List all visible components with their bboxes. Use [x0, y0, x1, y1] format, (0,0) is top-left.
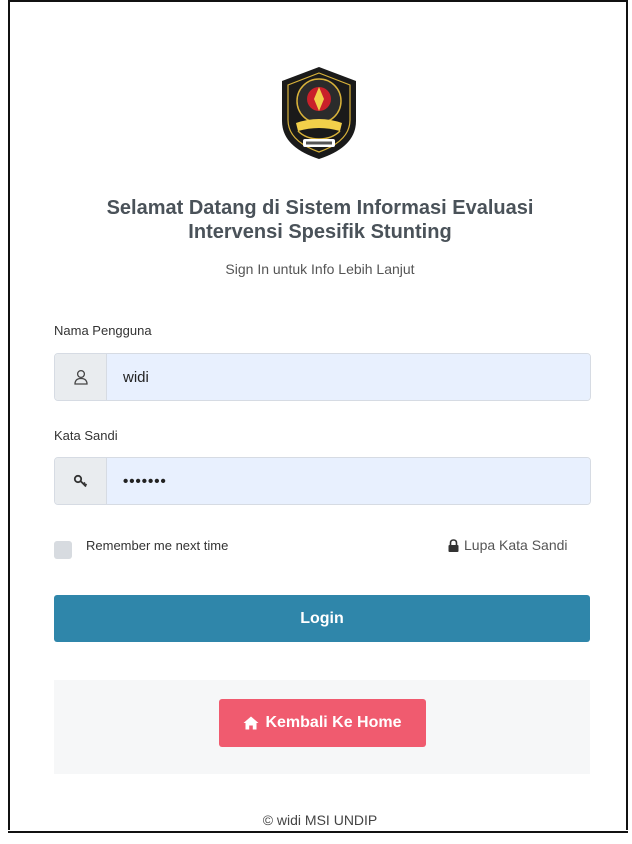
password-input[interactable]	[107, 458, 590, 504]
password-label: Kata Sandi	[54, 428, 118, 443]
password-input-group	[54, 457, 591, 505]
username-label: Nama Pengguna	[54, 323, 152, 338]
home-icon	[243, 716, 259, 730]
remember-checkbox[interactable]	[54, 541, 72, 559]
lock-icon	[448, 538, 459, 552]
remember-label[interactable]: Remember me next time	[86, 538, 228, 553]
subtitle: Sign In untuk Info Lebih Lanjut	[225, 261, 415, 277]
footer-copyright: © widi MSI UNDIP	[262, 812, 378, 828]
login-button[interactable]: Login	[54, 595, 590, 642]
page-title: Selamat Datang di Sistem Informasi Evalu…	[40, 196, 600, 244]
forgot-password-link[interactable]: Lupa Kata Sandi	[448, 537, 568, 553]
user-icon	[55, 354, 107, 400]
forgot-password-label: Lupa Kata Sandi	[464, 537, 568, 553]
title-line-1: Selamat Datang di Sistem Informasi Evalu…	[106, 197, 534, 219]
back-home-label: Kembali Ke Home	[265, 714, 402, 731]
username-input-group	[54, 353, 591, 401]
key-icon	[55, 458, 107, 504]
university-seal-logo	[282, 67, 356, 159]
title-line-2: Intervensi Spesifik Stunting	[188, 221, 452, 243]
username-input[interactable]	[107, 354, 590, 400]
back-home-button[interactable]: Kembali Ke Home	[219, 699, 426, 747]
bottom-divider	[8, 831, 628, 833]
